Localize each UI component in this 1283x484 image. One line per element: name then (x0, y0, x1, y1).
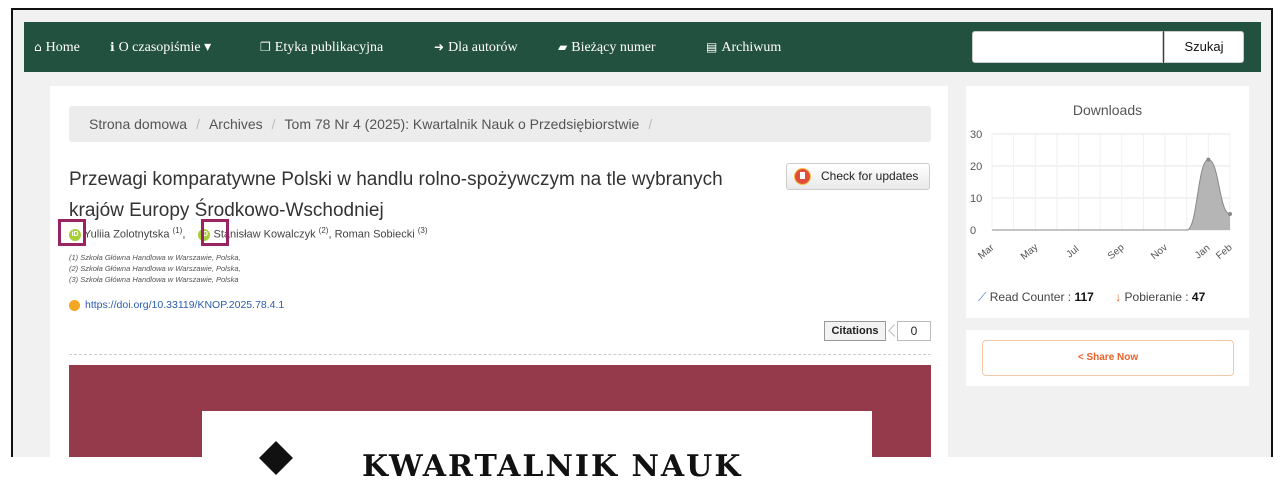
check-for-updates-button[interactable]: Check for updates (786, 163, 930, 190)
read-counter-value: 117 (1074, 290, 1094, 304)
breadcrumb-separator: / (196, 116, 200, 132)
search-input[interactable] (972, 31, 1163, 63)
nav-home[interactable]: ⌂ Home (34, 22, 80, 72)
main-navbar: ⌂ Home ℹO czasopiśmie ▾ ❐ Etyka publikacyj… (24, 22, 1261, 72)
affiliation: (2) Szkoła Główna Handlowa w Warszawie, … (69, 264, 241, 273)
citations-button[interactable]: Citations (824, 321, 886, 341)
series-area (992, 159, 1230, 230)
x-tick-label: May (1019, 242, 1041, 263)
x-tick-label: Jul (1065, 244, 1082, 261)
info-icon: ℹ (110, 40, 115, 54)
nav-archive[interactable]: ▤ Archiwum (706, 22, 781, 72)
breadcrumb-issue[interactable]: Tom 78 Nr 4 (2025): Kwartalnik Nauk o Pr… (285, 116, 640, 132)
nav-authors[interactable]: ➜ Dla autorów (434, 22, 518, 72)
share-label: Share Now (1086, 352, 1139, 363)
doi-text: https://doi.org/10.33119/KNOP.2025.78.4.… (85, 299, 285, 311)
author-list: iD Yuliia Zolotnytska (1), iD Stanisław … (69, 226, 428, 241)
downloads-widget: Downloads 0 10 20 30 Mar May Jul Sep Nov Jan Feb ⟋… (966, 86, 1249, 318)
cover-label-box: KWARTALNIK NAUK (202, 411, 872, 484)
nav-label: Home (45, 40, 80, 55)
share-icon: < (1077, 352, 1084, 363)
affiliation: (1) Szkoła Główna Handlowa w Warszawie, … (69, 253, 241, 262)
article-panel: Strona domowa / Archives / Tom 78 Nr 4 (2025… (50, 86, 948, 484)
book-icon: ▰ (558, 40, 568, 54)
nav-label: Etyka publikacyjna (274, 40, 384, 55)
read-counter-label: Read Counter : (989, 290, 1072, 304)
affiliation: (3) Szkoła Główna Handlowa w Warszawie, … (69, 275, 239, 284)
x-tick-label: Nov (1149, 242, 1170, 262)
author-sup: (2) (318, 226, 329, 235)
doi-icon (69, 299, 80, 311)
breadcrumb-separator: / (648, 116, 653, 132)
breadcrumb-home[interactable]: Strona domowa (89, 116, 187, 132)
author-name: Yuliia Zolotnytska (83, 228, 170, 241)
nav-ethics[interactable]: ❐ Etyka publikacyjna (260, 22, 383, 72)
breadcrumb-separator: / (271, 116, 276, 132)
nav-label: Bieżący numer (571, 40, 656, 55)
journal-cover: KWARTALNIK NAUK (69, 365, 931, 484)
citations-count: 0 (897, 321, 931, 341)
y-tick-label: 20 (970, 161, 982, 173)
cover-logo (259, 441, 293, 475)
doi-link[interactable]: https://doi.org/10.33119/KNOP.2025.78.4.… (69, 299, 284, 311)
share-widget: < Share Now (966, 330, 1249, 386)
counters: ⟋ Read Counter : 117 ↓ Pobieranie : 47 (978, 290, 1205, 305)
data-point (1228, 212, 1232, 216)
y-tick-label: 10 (970, 193, 982, 205)
sign-in-icon: ➜ (434, 40, 445, 54)
chart-line-icon: ⟋ (978, 290, 987, 304)
breadcrumb-archives[interactable]: Archives (209, 116, 263, 132)
share-now-button[interactable]: < Share Now (982, 340, 1234, 376)
data-point (1206, 157, 1211, 162)
check-for-updates-label: Check for updates (821, 169, 919, 183)
article-title: Przewagi komparatywne Polski w handlu ro… (69, 169, 723, 221)
x-tick-label: Feb (1214, 242, 1235, 262)
downloads-chart: 0 10 20 30 Mar May Jul Sep Nov Jan Feb (970, 129, 1235, 263)
x-tick-label: Mar (976, 242, 997, 262)
chart-title: Downloads (1072, 102, 1143, 118)
y-tick-label: 0 (970, 225, 976, 237)
download-arrow-icon: ↓ (1115, 290, 1122, 304)
copy-icon: ❐ (260, 40, 271, 54)
nav-label: O czasopiśmie ▾ (118, 40, 212, 55)
highlight-box (58, 219, 86, 246)
nav-current-issue[interactable]: ▰ Bieżący numer (558, 22, 656, 72)
x-tick-label: Jan (1193, 243, 1212, 262)
divider (69, 354, 931, 355)
highlight-box (201, 219, 229, 246)
archive-icon: ▤ (706, 40, 718, 54)
cover-title: KWARTALNIK NAUK (362, 449, 743, 484)
crossmark-icon (794, 168, 811, 185)
author-sup: (1) (172, 226, 183, 235)
y-tick-label: 30 (970, 129, 982, 141)
author-sup: (3) (417, 226, 428, 235)
home-icon: ⌂ (34, 40, 42, 54)
downloads-value: 47 (1191, 290, 1206, 304)
nav-label: Archiwum (721, 40, 782, 55)
nav-about[interactable]: ℹO czasopiśmie ▾ (110, 22, 211, 72)
author-name: Roman Sobiecki (334, 228, 415, 241)
search-button[interactable]: Szukaj (1164, 31, 1244, 63)
downloads-label: Pobieranie : (1124, 290, 1189, 304)
nav-label: Dla autorów (448, 40, 518, 55)
x-tick-label: Sep (1106, 242, 1127, 262)
breadcrumb: Strona domowa / Archives / Tom 78 Nr 4 (2025… (69, 106, 931, 142)
